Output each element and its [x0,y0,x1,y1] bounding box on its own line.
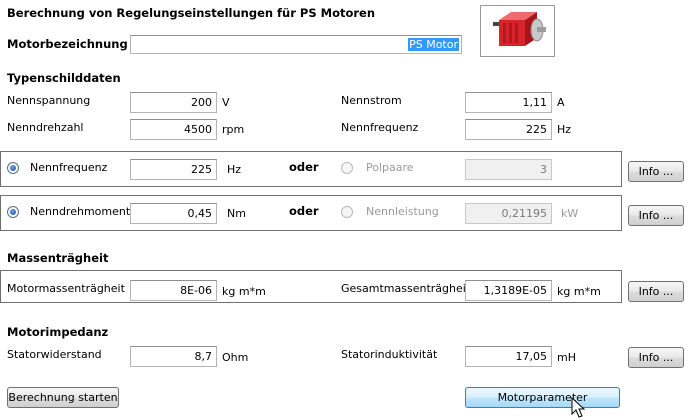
nennfrequenz-label: Nennfrequenz [341,121,419,134]
nenndrehzahl-unit: rpm [222,123,245,136]
nennfrequenz-option-unit: Hz [227,163,242,176]
gesamtmassentraegheit-input[interactable]: 1,3189E-05 [465,280,552,301]
gesamtmassentraegheit-unit: kg m*m [557,285,601,298]
motorbezeichnung-input[interactable]: PS Motor [130,35,462,54]
page-title: Berechnung von Regelungseinstellungen fü… [7,6,376,20]
nennfrequenz-radio[interactable] [7,162,19,174]
nennspannung-label: Nennspannung [7,94,91,107]
motorimpedanz-heading: Motorimpedanz [7,325,109,339]
nennspannung-unit: V [222,96,230,109]
info-button-masse[interactable]: Info ... [628,281,684,302]
nennleistung-input[interactable]: 0,21195 [465,203,552,224]
nennleistung-radio[interactable] [341,206,353,218]
nennleistung-label: Nennleistung [366,205,439,218]
info-button-impedanz[interactable]: Info ... [628,347,684,368]
nennspannung-input[interactable]: 200 [130,92,217,113]
polpaare-label: Polpaare [366,161,414,174]
typenschilddaten-heading: Typenschilddaten [7,71,121,85]
nenndrehzahl-input[interactable]: 4500 [130,119,217,140]
statorinduktivitaet-input[interactable]: 17,05 [465,346,552,367]
nenndrehmoment-input[interactable]: 0,45 [130,203,217,224]
nennfrequenz-input[interactable]: 225 [465,119,552,140]
motormassentraegheit-input[interactable]: 8E-06 [130,280,217,301]
polpaare-radio[interactable] [341,162,353,174]
motormassentraegheit-unit: kg m*m [222,285,266,298]
nennstrom-label: Nennstrom [341,94,402,107]
statorwiderstand-input[interactable]: 8,7 [130,346,217,367]
gesamtmassentraegheit-label: Gesamtmassenträgheit [341,282,471,295]
polpaare-input[interactable]: 3 [465,159,552,180]
mouse-cursor-icon [571,397,586,418]
nennfrequenz-option-input[interactable]: 225 [130,159,217,180]
nennfrequenz-radio-label: Nennfrequenz [30,161,108,174]
nenndrehmoment-label: Nenndrehmoment [30,205,131,218]
nennleistung-unit: kW [561,207,579,220]
nennstrom-input[interactable]: 1,11 [465,92,552,113]
statorwiderstand-unit: Ohm [222,351,249,364]
info-button-frequenz[interactable]: Info ... [628,161,684,182]
oder-label-1: oder [289,160,319,174]
motormassentraegheit-label: Motormassenträgheit [7,282,125,295]
motorbezeichnung-value: PS Motor [408,38,459,51]
motorbezeichnung-label: Motorbezeichnung [7,37,128,51]
nenndrehmoment-unit: Nm [227,207,246,220]
nennfrequenz-unit: Hz [557,123,572,136]
statorinduktivitaet-label: Statorinduktivität [341,348,438,361]
motor-image-icon [493,12,546,46]
oder-label-2: oder [289,204,319,218]
nennstrom-unit: A [557,96,565,109]
nenndrehmoment-radio[interactable] [7,206,19,218]
berechnung-starten-button[interactable]: Berechnung starten [7,387,119,408]
statorwiderstand-label: Statorwiderstand [7,348,102,361]
nenndrehzahl-label: Nenndrehzahl [7,121,84,134]
motor-image [480,5,555,57]
statorinduktivitaet-unit: mH [557,351,576,364]
motorparameter-button[interactable]: Motorparameter [465,387,620,408]
info-button-drehmoment[interactable]: Info ... [628,205,684,226]
massentraegheit-heading: Massenträgheit [7,251,109,265]
